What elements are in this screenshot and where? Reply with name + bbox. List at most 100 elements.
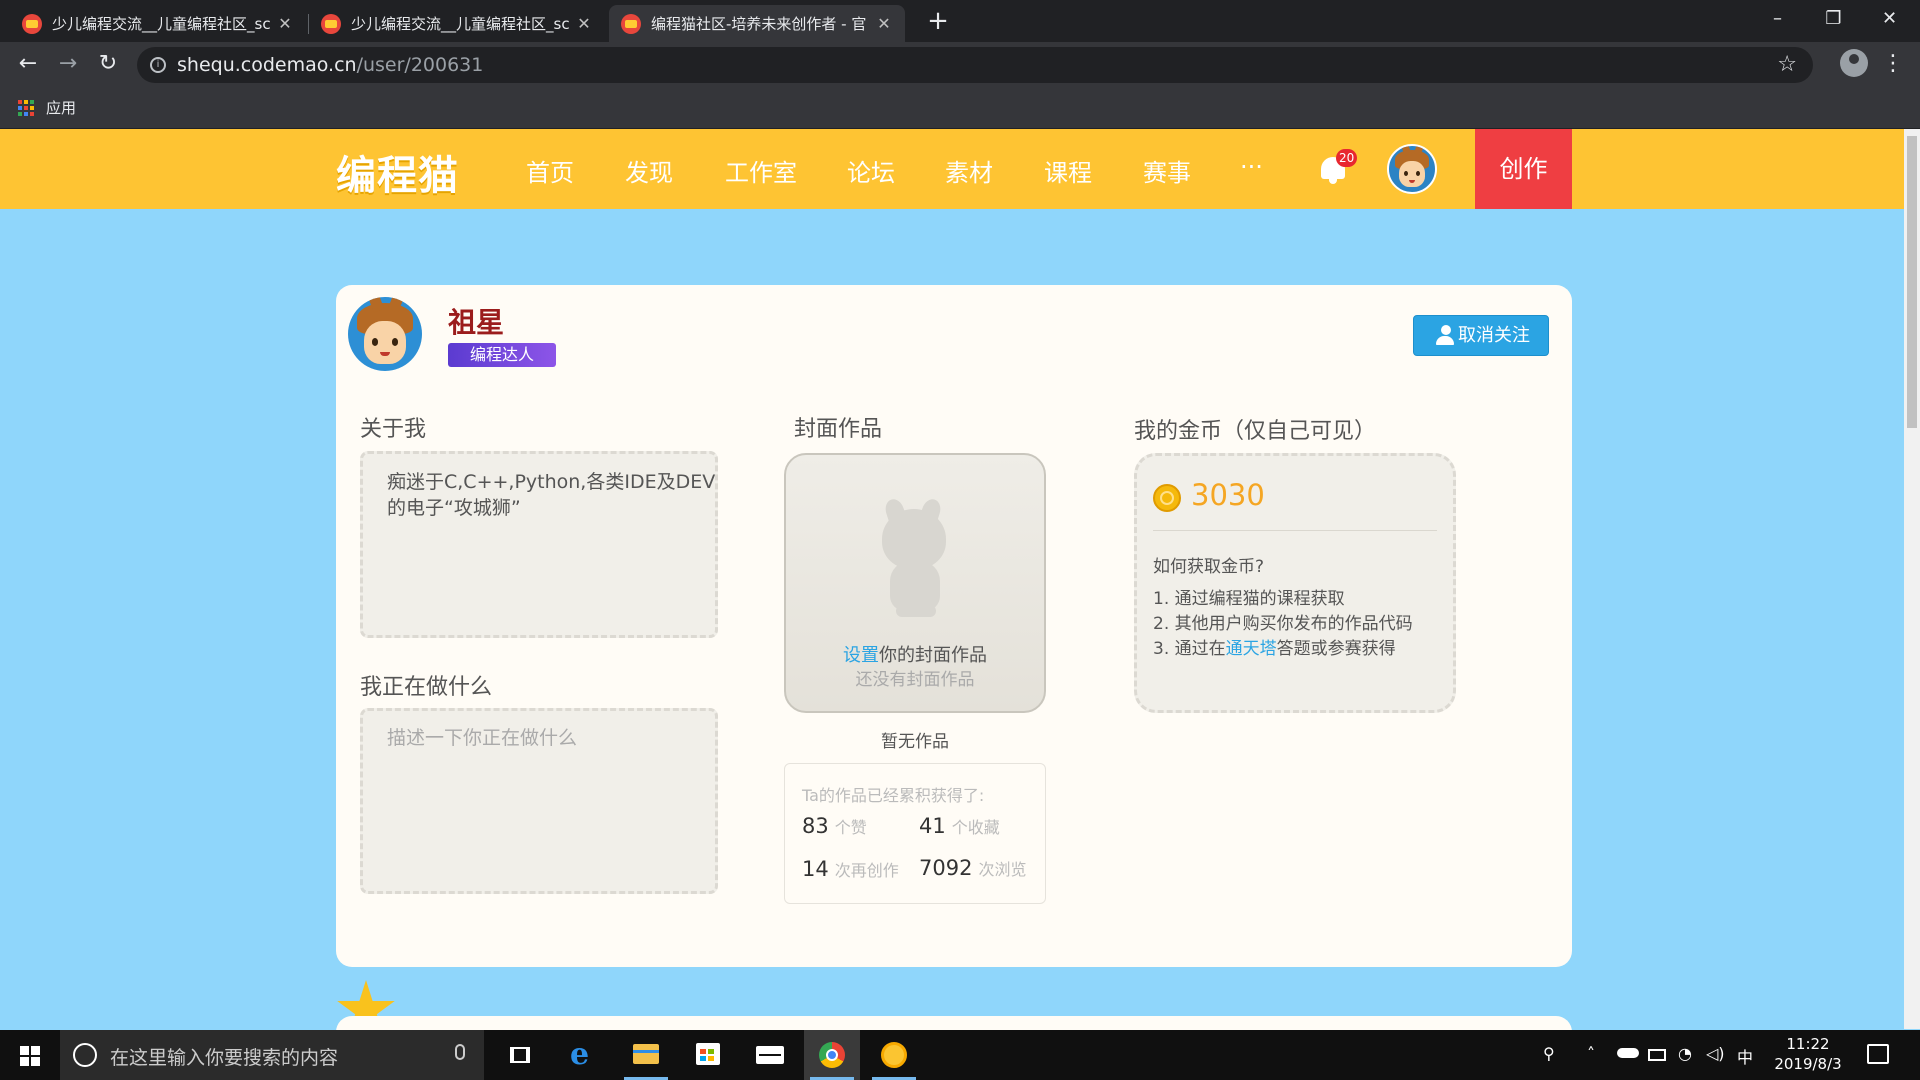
- clock-time: 11:22: [1786, 1035, 1830, 1053]
- tongtianta-link[interactable]: 通天塔: [1226, 639, 1277, 659]
- bookmark-star-icon[interactable]: ☆: [1777, 47, 1797, 83]
- browser-profile-icon[interactable]: [1840, 49, 1868, 77]
- nav-forum[interactable]: 论坛: [847, 153, 895, 188]
- doing-label: 我正在做什么: [360, 675, 493, 700]
- site-header: 编程猫 首页 发现 工作室 论坛 素材 课程 赛事 ··· 20 创作: [0, 129, 1904, 209]
- site-logo[interactable]: 编程猫: [336, 143, 459, 201]
- no-cover-text: 还没有封面作品: [855, 670, 975, 690]
- window-close-icon[interactable]: ✕: [1862, 0, 1917, 40]
- address-bar[interactable]: i shequ.codemao.cn/user/200631 ☆: [137, 47, 1813, 83]
- taskbar-search-box[interactable]: 在这里输入你要搜索的内容: [60, 1030, 484, 1080]
- nav-more[interactable]: ···: [1240, 153, 1263, 181]
- browser-tab-3-active[interactable]: 编程猫社区-培养未来创作者 - 官 ✕: [609, 5, 905, 42]
- codemao-favicon-icon: [22, 13, 42, 34]
- stat-favorites: 41 个收藏: [919, 814, 1000, 838]
- stat-value: 14: [802, 857, 829, 881]
- profile-name: 祖星: [448, 306, 505, 339]
- battery-icon[interactable]: [1648, 1049, 1666, 1061]
- about-me-text: 痴迷于C,C++,Python,各类IDE及DEV的电子“攻城狮”: [387, 471, 716, 519]
- onedrive-cloud-icon[interactable]: [1617, 1048, 1639, 1058]
- profile-title-badge: 编程达人: [448, 343, 556, 367]
- doing-input[interactable]: 描述一下你正在做什么: [360, 708, 718, 894]
- user-icon: [1436, 325, 1456, 345]
- clock-date: 2019/8/3: [1774, 1055, 1842, 1073]
- nav-studio[interactable]: 工作室: [725, 153, 797, 188]
- forward-arrow-icon[interactable]: →: [52, 48, 84, 80]
- task-view-icon[interactable]: [492, 1030, 548, 1080]
- back-arrow-icon[interactable]: ←: [12, 48, 44, 80]
- apps-grid-icon[interactable]: [18, 100, 34, 116]
- no-works-text: 暂无作品: [881, 732, 949, 752]
- nav-events[interactable]: 赛事: [1143, 153, 1191, 188]
- cat-placeholder-icon: [874, 496, 954, 623]
- nav-discover[interactable]: 发现: [625, 153, 673, 188]
- restore-icon[interactable]: ❐: [1806, 0, 1861, 40]
- codemao-favicon-icon: [621, 13, 641, 34]
- tab-title: 编程猫社区-培养未来创作者 - 官: [651, 15, 867, 33]
- doing-placeholder: 描述一下你正在做什么: [387, 727, 578, 749]
- bookmarks-bar: 应用: [0, 87, 1920, 129]
- coin-way-1: 1. 通过编程猫的课程获取: [1153, 589, 1345, 609]
- divider: [1153, 530, 1437, 531]
- minimize-icon[interactable]: –: [1750, 0, 1805, 40]
- unfollow-button[interactable]: 取消关注: [1413, 315, 1549, 356]
- codemao-app-icon[interactable]: [866, 1030, 922, 1080]
- browser-tab-2[interactable]: 少儿编程交流__儿童编程社区_sc ✕: [309, 5, 605, 42]
- volume-icon[interactable]: ◁): [1706, 1044, 1725, 1063]
- cover-work-box[interactable]: 设置你的封面作品 还没有封面作品: [784, 453, 1046, 713]
- chrome-taskbar-icon[interactable]: [804, 1030, 860, 1080]
- stat-unit: 次再创作: [834, 861, 899, 880]
- stat-remixes: 14 次再创作: [802, 857, 899, 881]
- stat-unit: 次浏览: [978, 860, 1027, 879]
- site-info-icon[interactable]: i: [150, 57, 166, 73]
- new-tab-button[interactable]: +: [922, 6, 954, 38]
- browser-menu-icon[interactable]: ⋮: [1882, 48, 1904, 80]
- action-center-icon[interactable]: [1867, 1044, 1889, 1064]
- works-stats-box: Ta的作品已经累积获得了: 83 个赞 41 个收藏 14 次再创作 7092 次浏览: [784, 763, 1046, 904]
- close-icon[interactable]: ✕: [276, 14, 294, 33]
- browser-toolbar: ← → ↻ i shequ.codemao.cn/user/200631 ☆ ⋮: [0, 42, 1920, 87]
- coins-label: 我的金币（仅自己可见）: [1134, 419, 1377, 444]
- stat-value: 41: [919, 814, 946, 838]
- coins-question: 如何获取金币?: [1153, 557, 1265, 577]
- stat-unit: 个收藏: [951, 818, 1000, 837]
- reload-icon[interactable]: ↻: [92, 48, 124, 80]
- nav-courses[interactable]: 课程: [1044, 153, 1092, 188]
- show-hidden-icons-chevron-icon[interactable]: ˄: [1587, 1044, 1595, 1063]
- microphone-icon[interactable]: [455, 1044, 465, 1060]
- people-icon[interactable]: ⚲: [1543, 1044, 1555, 1063]
- mail-icon[interactable]: [742, 1030, 798, 1080]
- coin-icon: [1153, 484, 1181, 512]
- taskbar-search-placeholder: 在这里输入你要搜索的内容: [110, 1047, 339, 1069]
- cover-work-label: 封面作品: [794, 417, 883, 442]
- nav-materials[interactable]: 素材: [945, 153, 993, 188]
- create-button[interactable]: 创作: [1475, 129, 1572, 209]
- header-user-avatar[interactable]: [1387, 144, 1437, 194]
- stat-likes: 83 个赞: [802, 814, 867, 838]
- profile-card: 祖星 编程达人 取消关注 关于我 痴迷于C,C++,Python,各类IDE及D…: [336, 285, 1572, 967]
- stat-value: 83: [802, 814, 829, 838]
- url-path: /user/200631: [356, 54, 484, 76]
- windows-start-icon[interactable]: [20, 1046, 40, 1066]
- about-me-box: 痴迷于C,C++,Python,各类IDE及DEV的电子“攻城狮”: [360, 451, 718, 638]
- close-icon[interactable]: ✕: [875, 14, 893, 33]
- nav-home[interactable]: 首页: [526, 153, 574, 188]
- edge-browser-icon[interactable]: e: [556, 1030, 612, 1080]
- tab-title: 少儿编程交流__儿童编程社区_sc: [52, 15, 271, 33]
- tab-title: 少儿编程交流__儿童编程社区_sc: [351, 15, 570, 33]
- coins-box: 3030 如何获取金币? 1. 通过编程猫的课程获取 2. 其他用户购买你发布的…: [1134, 453, 1456, 713]
- ime-indicator[interactable]: 中: [1737, 1044, 1753, 1068]
- profile-avatar: [348, 297, 422, 371]
- browser-tab-1[interactable]: 少儿编程交流__儿童编程社区_sc ✕: [10, 5, 306, 42]
- store-icon[interactable]: [680, 1030, 736, 1080]
- close-icon[interactable]: ✕: [575, 14, 593, 33]
- taskbar-clock[interactable]: 11:22 2019/8/3: [1760, 1034, 1856, 1074]
- wifi-icon[interactable]: ◔: [1678, 1044, 1692, 1063]
- stat-unit: 个赞: [834, 818, 867, 837]
- apps-bookmark-label[interactable]: 应用: [46, 97, 76, 118]
- set-cover-link[interactable]: 设置: [843, 645, 879, 666]
- scrollbar-thumb[interactable]: [1907, 136, 1917, 428]
- file-explorer-icon[interactable]: [618, 1030, 674, 1080]
- cortana-icon: [73, 1043, 97, 1067]
- stat-value: 7092: [919, 856, 973, 880]
